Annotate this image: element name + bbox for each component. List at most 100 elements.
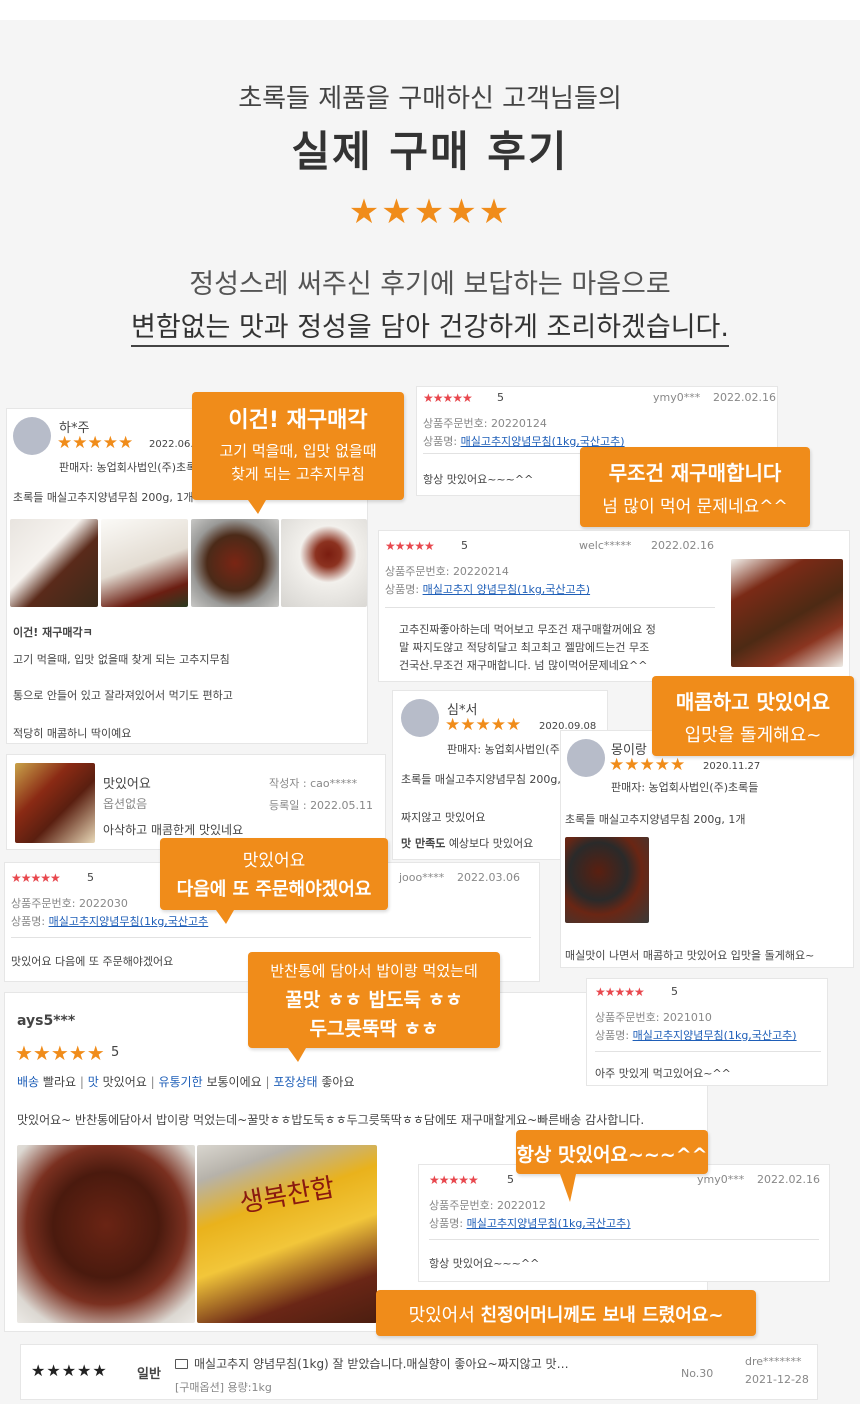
callout-tail xyxy=(560,1174,576,1202)
order-number: 2021010 xyxy=(662,1011,712,1024)
callout-bubble: 맛있어요 다음에 또 주문해야겠어요 xyxy=(160,838,388,910)
seller-name: 판매자: 농업회사법인(주 xyxy=(447,743,560,756)
attr-value: 좋아요 xyxy=(321,1075,355,1089)
rating-score: 5 xyxy=(507,1173,514,1186)
callout-title: 매콤하고 맛있어요 xyxy=(675,690,831,714)
callout-text: 찾게 되는 고추지무침 xyxy=(231,465,365,483)
callout-text: 입맛을 돌게해요~ xyxy=(684,725,822,746)
callout-title: 무조건 재구매합니다 xyxy=(608,461,782,485)
avatar xyxy=(13,417,51,455)
callout-tail xyxy=(248,500,266,514)
callout-tail xyxy=(216,910,234,924)
product-link[interactable]: 매실고추지 양념무침(1kg,국산고추) xyxy=(423,583,591,596)
product-label: 상품명: xyxy=(423,435,458,448)
attr-value: 맛있어요 xyxy=(102,1075,147,1089)
callout-title: 다음에 또 주문해야겠어요 xyxy=(176,879,372,900)
review-text: 항상 맛있어요~~~^^ xyxy=(423,473,534,486)
review-date: 2022.02.16 xyxy=(757,1173,820,1186)
review-photo: 생복찬합 xyxy=(197,1145,377,1323)
review-text: 고기 먹을때, 입맛 없을때 찾게 되는 고추지무침 xyxy=(13,653,230,666)
review-text: 고추진짜좋아하는데 먹어보고 무조건 재구매할꺼에요 정 xyxy=(399,623,656,636)
review-title: 맛있어요 xyxy=(103,777,151,792)
rating-score: 5 xyxy=(461,539,468,552)
reviewer-id: welc***** xyxy=(579,539,632,552)
review-photo xyxy=(17,1145,195,1323)
review-photo xyxy=(731,559,843,667)
product-link[interactable]: 매실고추지양념무침(1kg,국산고추) xyxy=(467,1217,631,1230)
seller-name: 판매자: 농업회사법인(주)초록 xyxy=(59,461,197,474)
rating-stars: ★★★★★ xyxy=(429,1173,479,1187)
review-photo xyxy=(565,837,649,923)
callout-title: 친정어머니께도 보내 드렸어요~ xyxy=(480,1305,724,1326)
review-date: 2022.03.06 xyxy=(457,871,520,884)
callout-bubble: 항상 맛있어요~~~^^ xyxy=(516,1130,708,1174)
attr-key: 맛 xyxy=(87,1075,99,1089)
rating-stars: ★★★★★ xyxy=(11,871,61,885)
order-label: 상품주문번호: xyxy=(11,897,76,910)
rating-stars: ★★★★★ xyxy=(31,1361,108,1380)
review-option: 옵션없음 xyxy=(103,797,148,811)
review-date: 2022.02.16 xyxy=(713,391,776,404)
seller-name: 판매자: 농업회사법인(주)초록들 xyxy=(611,781,759,794)
taste-tag: 맛 만족도 xyxy=(401,837,446,850)
rating-score: 5 xyxy=(87,871,94,884)
top-bar xyxy=(0,0,860,20)
callout-text: 반찬통에 담아서 밥이랑 먹었는데 xyxy=(270,962,478,980)
product-label: 상품명: xyxy=(429,1217,464,1230)
package-label: 생복찬합 xyxy=(237,1172,337,1220)
review-title: 매실고추지 양념무침(1kg) 잘 받았습니다.매실향이 좋아요~짜지않고 맛… xyxy=(194,1357,569,1371)
rating-score: 5 xyxy=(111,1045,120,1060)
callout-text: 넘 많이 먹어 문제네요^^ xyxy=(602,497,788,517)
callout-title: 꿀맛 ㅎㅎ 밥도둑 ㅎㅎ xyxy=(285,989,463,1011)
review-text: 맛있어요 다음에 또 주문해야겠어요 xyxy=(11,955,174,968)
review-attributes: 배송 빨라요 | 맛 맛있어요 | 유통기한 보통이에요 | 포장상태 좋아요 xyxy=(17,1075,355,1089)
page-title: 실제 구매 후기 xyxy=(291,127,569,176)
review-card-9: ★★★★★ 5 상품주문번호: 2021010 상품명: 매실고추지양념무침(1… xyxy=(586,978,828,1086)
callout-bubble: 매콤하고 맛있어요 입맛을 돌게해요~ xyxy=(652,676,854,756)
callout-bubble: 무조건 재구매합니다 넘 많이 먹어 문제네요^^ xyxy=(580,447,810,527)
product-link[interactable]: 매실고추지양념무침(1kg,국산고추) xyxy=(633,1029,797,1042)
order-label: 상품주문번호: xyxy=(385,565,450,578)
order-label: 상품주문번호: xyxy=(595,1011,660,1024)
reviewer-id: ymy0*** xyxy=(653,391,701,404)
product-link[interactable]: 매실고추지양념무침(1kg,국산고추 xyxy=(49,915,209,928)
review-photo xyxy=(191,519,279,607)
reviewer-id: ymy0*** xyxy=(697,1173,745,1186)
callout-bubble: 반찬통에 담아서 밥이랑 먹었는데 꿀맛 ㅎㅎ 밥도둑 ㅎㅎ 두그릇뚝딱 ㅎㅎ xyxy=(248,952,500,1048)
callout-text-pre: 맛있어서 xyxy=(408,1305,481,1326)
reviewer-id: jooo**** xyxy=(399,871,445,884)
product-label: 상품명: xyxy=(385,583,420,596)
date-label: 등록일 : xyxy=(269,799,307,812)
product-name: 초록들 매실고추지양념무침 200g, 1개 xyxy=(13,491,194,504)
review-text: 적당히 매콤하니 딱이예요 xyxy=(13,727,132,740)
review-text: 통으로 안들어 있고 잘라져있어서 먹기도 편하고 xyxy=(13,689,233,702)
review-text: 건국산.무조건 재구매합니다. 넘 많이먹어문제네요^^ xyxy=(399,659,648,672)
attr-value: 빨라요 xyxy=(42,1075,77,1089)
reviewer-id: dre******* xyxy=(745,1355,802,1368)
review-photo xyxy=(101,519,188,607)
rating-score: 5 xyxy=(497,391,504,404)
review-headline: 이건! 재구매각ㅋ xyxy=(13,626,93,639)
header-message-1: 정성스레 써주신 후기에 보답하는 마음으로 xyxy=(189,269,671,300)
header-subtitle: 초록들 제품을 구매하신 고객님들의 xyxy=(238,84,622,114)
header-message-2: 변함없는 맛과 정성을 담아 건강하게 조리하겠습니다. xyxy=(0,305,860,347)
rating-stars: ★★★★★ xyxy=(57,433,134,453)
review-title-row[interactable]: 매실고추지 양념무침(1kg) 잘 받았습니다.매실향이 좋아요~짜지않고 맛… xyxy=(175,1355,569,1372)
order-number: 20220214 xyxy=(452,565,509,578)
review-number: No.30 xyxy=(681,1367,714,1380)
review-date: 2022.02.16 xyxy=(651,539,714,552)
attr-key: 포장상태 xyxy=(273,1075,318,1089)
product-label: 상품명: xyxy=(595,1029,630,1042)
review-date: 2020.11.27 xyxy=(703,761,761,772)
callout-text: 맛있어요 xyxy=(242,851,306,871)
review-date: 2022.05.11 xyxy=(310,799,374,812)
callout-bubble: 맛있어서 친정어머니께도 보내 드렸어요~ xyxy=(376,1290,756,1336)
review-card-6: 몽이랑 ★★★★★ 2020.11.27 판매자: 농업회사법인(주)초록들 초… xyxy=(560,730,854,968)
callout-text: 고기 먹을때, 입맛 없을때 xyxy=(219,442,377,460)
review-text: 말 짜지도않고 적당히달고 최고최고 젤맘에드는건 무조 xyxy=(399,641,650,654)
rating-stars: ★★★★★ xyxy=(609,755,686,775)
review-date: 2021-12-28 xyxy=(745,1373,809,1386)
photo-icon xyxy=(175,1359,188,1369)
review-option: [구매옵션] 용량:1kg xyxy=(175,1381,272,1394)
attr-value: 보통이에요 xyxy=(206,1075,262,1089)
